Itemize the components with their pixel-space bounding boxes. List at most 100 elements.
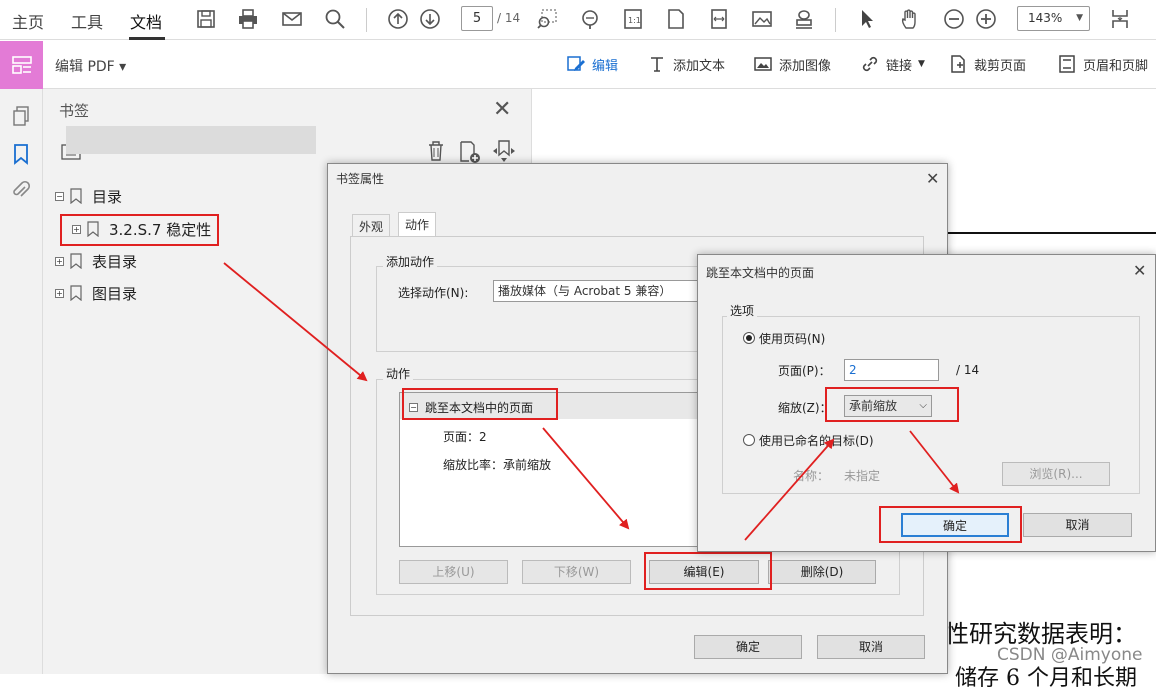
attachment-icon[interactable] xyxy=(10,179,32,201)
document-text: 性研究数据表明： xyxy=(945,620,1137,648)
header-footer-button[interactable]: 页眉和页脚 xyxy=(1057,54,1148,74)
actual-size-icon[interactable]: 1:1 xyxy=(620,6,646,32)
expand-bookmark-icon[interactable] xyxy=(491,139,517,163)
page-down-icon[interactable] xyxy=(417,6,443,32)
ok-button[interactable]: 确定 xyxy=(901,513,1009,537)
action-detail-zoom: 缩放比率：承前缩放 xyxy=(443,458,552,472)
fit-page-icon[interactable] xyxy=(663,6,689,32)
link-button[interactable]: 链接 ▼ xyxy=(860,54,925,74)
watermark: CSDN @Aimyone xyxy=(997,645,1143,665)
hand-tool-icon[interactable] xyxy=(897,6,923,32)
dialog-title: 书签属性 xyxy=(336,172,385,186)
use-page-number-radio[interactable] xyxy=(743,332,755,344)
text-icon xyxy=(651,57,663,72)
pages-icon[interactable] xyxy=(10,105,32,127)
bookmark-label: 表目录 xyxy=(92,252,138,271)
zoom-in-icon[interactable] xyxy=(973,6,999,32)
group-label: 动作 xyxy=(383,365,414,382)
page-layout-icon[interactable] xyxy=(1107,6,1133,32)
crop-icon xyxy=(951,55,965,73)
select-cursor-icon[interactable] xyxy=(854,6,880,32)
move-up-button[interactable]: 上移(U) xyxy=(399,560,508,584)
close-icon[interactable]: ✕ xyxy=(493,97,511,122)
goto-page-dialog: 跳至本文档中的页面 ✕ 选项 使用页码(N) 页面(P)： 2 / 14 缩放(… xyxy=(697,254,1156,552)
zoom-level-select[interactable]: 143% ▼ xyxy=(1017,6,1090,31)
page-total: / 14 xyxy=(497,11,521,25)
tab-appearance[interactable]: 外观 xyxy=(352,214,391,236)
search-icon[interactable] xyxy=(322,6,348,32)
select-action-label: 选择动作(N): xyxy=(398,286,469,300)
chevron-down-icon: ▼ xyxy=(1076,13,1083,23)
zoom-select[interactable]: 承前缩放 ⌵ xyxy=(844,395,932,417)
edit-action-button[interactable]: 编辑(E) xyxy=(649,560,759,584)
stamp-icon[interactable] xyxy=(791,6,817,32)
move-down-button[interactable]: 下移(W) xyxy=(522,560,631,584)
ok-button[interactable]: 确定 xyxy=(694,635,802,659)
cancel-button[interactable]: 取消 xyxy=(1023,513,1132,537)
tab-tools[interactable]: 工具 xyxy=(71,9,103,33)
header-footer-icon xyxy=(1059,55,1075,73)
zoom-select-value: 承前缩放 xyxy=(849,399,898,413)
bookmark-item-selected[interactable]: + 3.2.S.7 稳定性 xyxy=(72,216,211,242)
bookmark-label: 目录 xyxy=(92,187,123,206)
tab-home[interactable]: 主页 xyxy=(12,9,44,33)
cancel-button[interactable]: 取消 xyxy=(817,635,925,659)
delete-action-button[interactable]: 删除(D) xyxy=(768,560,876,584)
bookmark-item[interactable]: − 目录 xyxy=(55,183,122,209)
close-icon[interactable]: ✕ xyxy=(1133,261,1146,280)
tab-actions[interactable]: 动作 xyxy=(398,212,437,236)
bookmark-icon xyxy=(70,188,82,204)
bookmark-label: 3.2.S.7 稳定性 xyxy=(109,220,212,239)
bookmark-icon xyxy=(70,253,82,269)
navigation-rail xyxy=(0,89,43,674)
select-action-dropdown[interactable]: 播放媒体（与 Acrobat 5 兼容） xyxy=(493,280,698,302)
svg-text:1:1: 1:1 xyxy=(628,16,641,25)
new-bookmark-icon[interactable] xyxy=(458,140,482,164)
edit-pdf-menu[interactable]: 编辑 PDF ▾ xyxy=(55,56,126,76)
bookmark-item[interactable]: + 图目录 xyxy=(55,280,137,306)
expand-icon[interactable]: + xyxy=(72,224,81,234)
bookmark-icon[interactable] xyxy=(10,143,32,165)
bookmark-label: 图目录 xyxy=(92,284,138,303)
group-label: 添加动作 xyxy=(383,253,438,270)
close-icon[interactable]: ✕ xyxy=(926,169,939,188)
tab-document[interactable]: 文档 xyxy=(130,9,162,33)
page-input[interactable]: 2 xyxy=(844,359,939,381)
page-label: 页面(P)： xyxy=(778,364,831,378)
zoom-out-icon[interactable] xyxy=(941,6,967,32)
page-number-input[interactable]: 5 xyxy=(461,6,493,31)
add-text-button[interactable]: 添加文本 xyxy=(647,54,725,74)
bookmark-item[interactable]: + 表目录 xyxy=(55,248,137,274)
add-image-button[interactable]: 添加图像 xyxy=(753,54,831,74)
marquee-zoom-icon[interactable] xyxy=(534,6,560,32)
active-tab-indicator xyxy=(129,37,165,40)
name-value: 未指定 xyxy=(844,469,881,483)
crop-page-button[interactable]: 裁剪页面 xyxy=(948,54,1026,74)
use-named-dest-radio[interactable] xyxy=(743,434,755,446)
expand-icon[interactable]: + xyxy=(55,288,64,298)
trash-icon[interactable] xyxy=(426,140,446,162)
edit-toolbar: 编辑 PDF ▾ 编辑 添加文本 添加图像 链接 ▼ 裁剪页面 页眉和页脚 xyxy=(0,41,1156,89)
edit-icon xyxy=(567,56,585,71)
group-label: 选项 xyxy=(727,302,758,319)
page-total: / 14 xyxy=(956,363,980,377)
zoom-tool-icon[interactable] xyxy=(577,6,603,32)
image-view-icon[interactable] xyxy=(749,6,775,32)
fit-width-icon[interactable] xyxy=(706,6,732,32)
expand-icon[interactable]: + xyxy=(55,256,64,266)
use-page-number-label: 使用页码(N) xyxy=(759,332,826,346)
edit-pdf-tool-icon[interactable] xyxy=(0,41,43,89)
action-name: 跳至本文档中的页面 xyxy=(425,401,534,415)
save-icon[interactable] xyxy=(193,6,219,32)
action-detail-page: 页面：2 xyxy=(443,430,487,444)
browse-button[interactable]: 浏览(R)... xyxy=(1002,462,1110,486)
collapse-icon[interactable]: − xyxy=(409,403,418,412)
page-up-icon[interactable] xyxy=(385,6,411,32)
print-icon[interactable] xyxy=(235,6,261,32)
edit-button[interactable]: 编辑 xyxy=(566,54,618,74)
mail-icon[interactable] xyxy=(279,6,305,32)
collapse-icon[interactable]: − xyxy=(55,191,64,201)
use-named-dest-label: 使用已命名的目标(D) xyxy=(759,434,874,448)
document-rule xyxy=(948,232,1156,234)
chevron-down-icon: ⌵ xyxy=(919,400,927,411)
